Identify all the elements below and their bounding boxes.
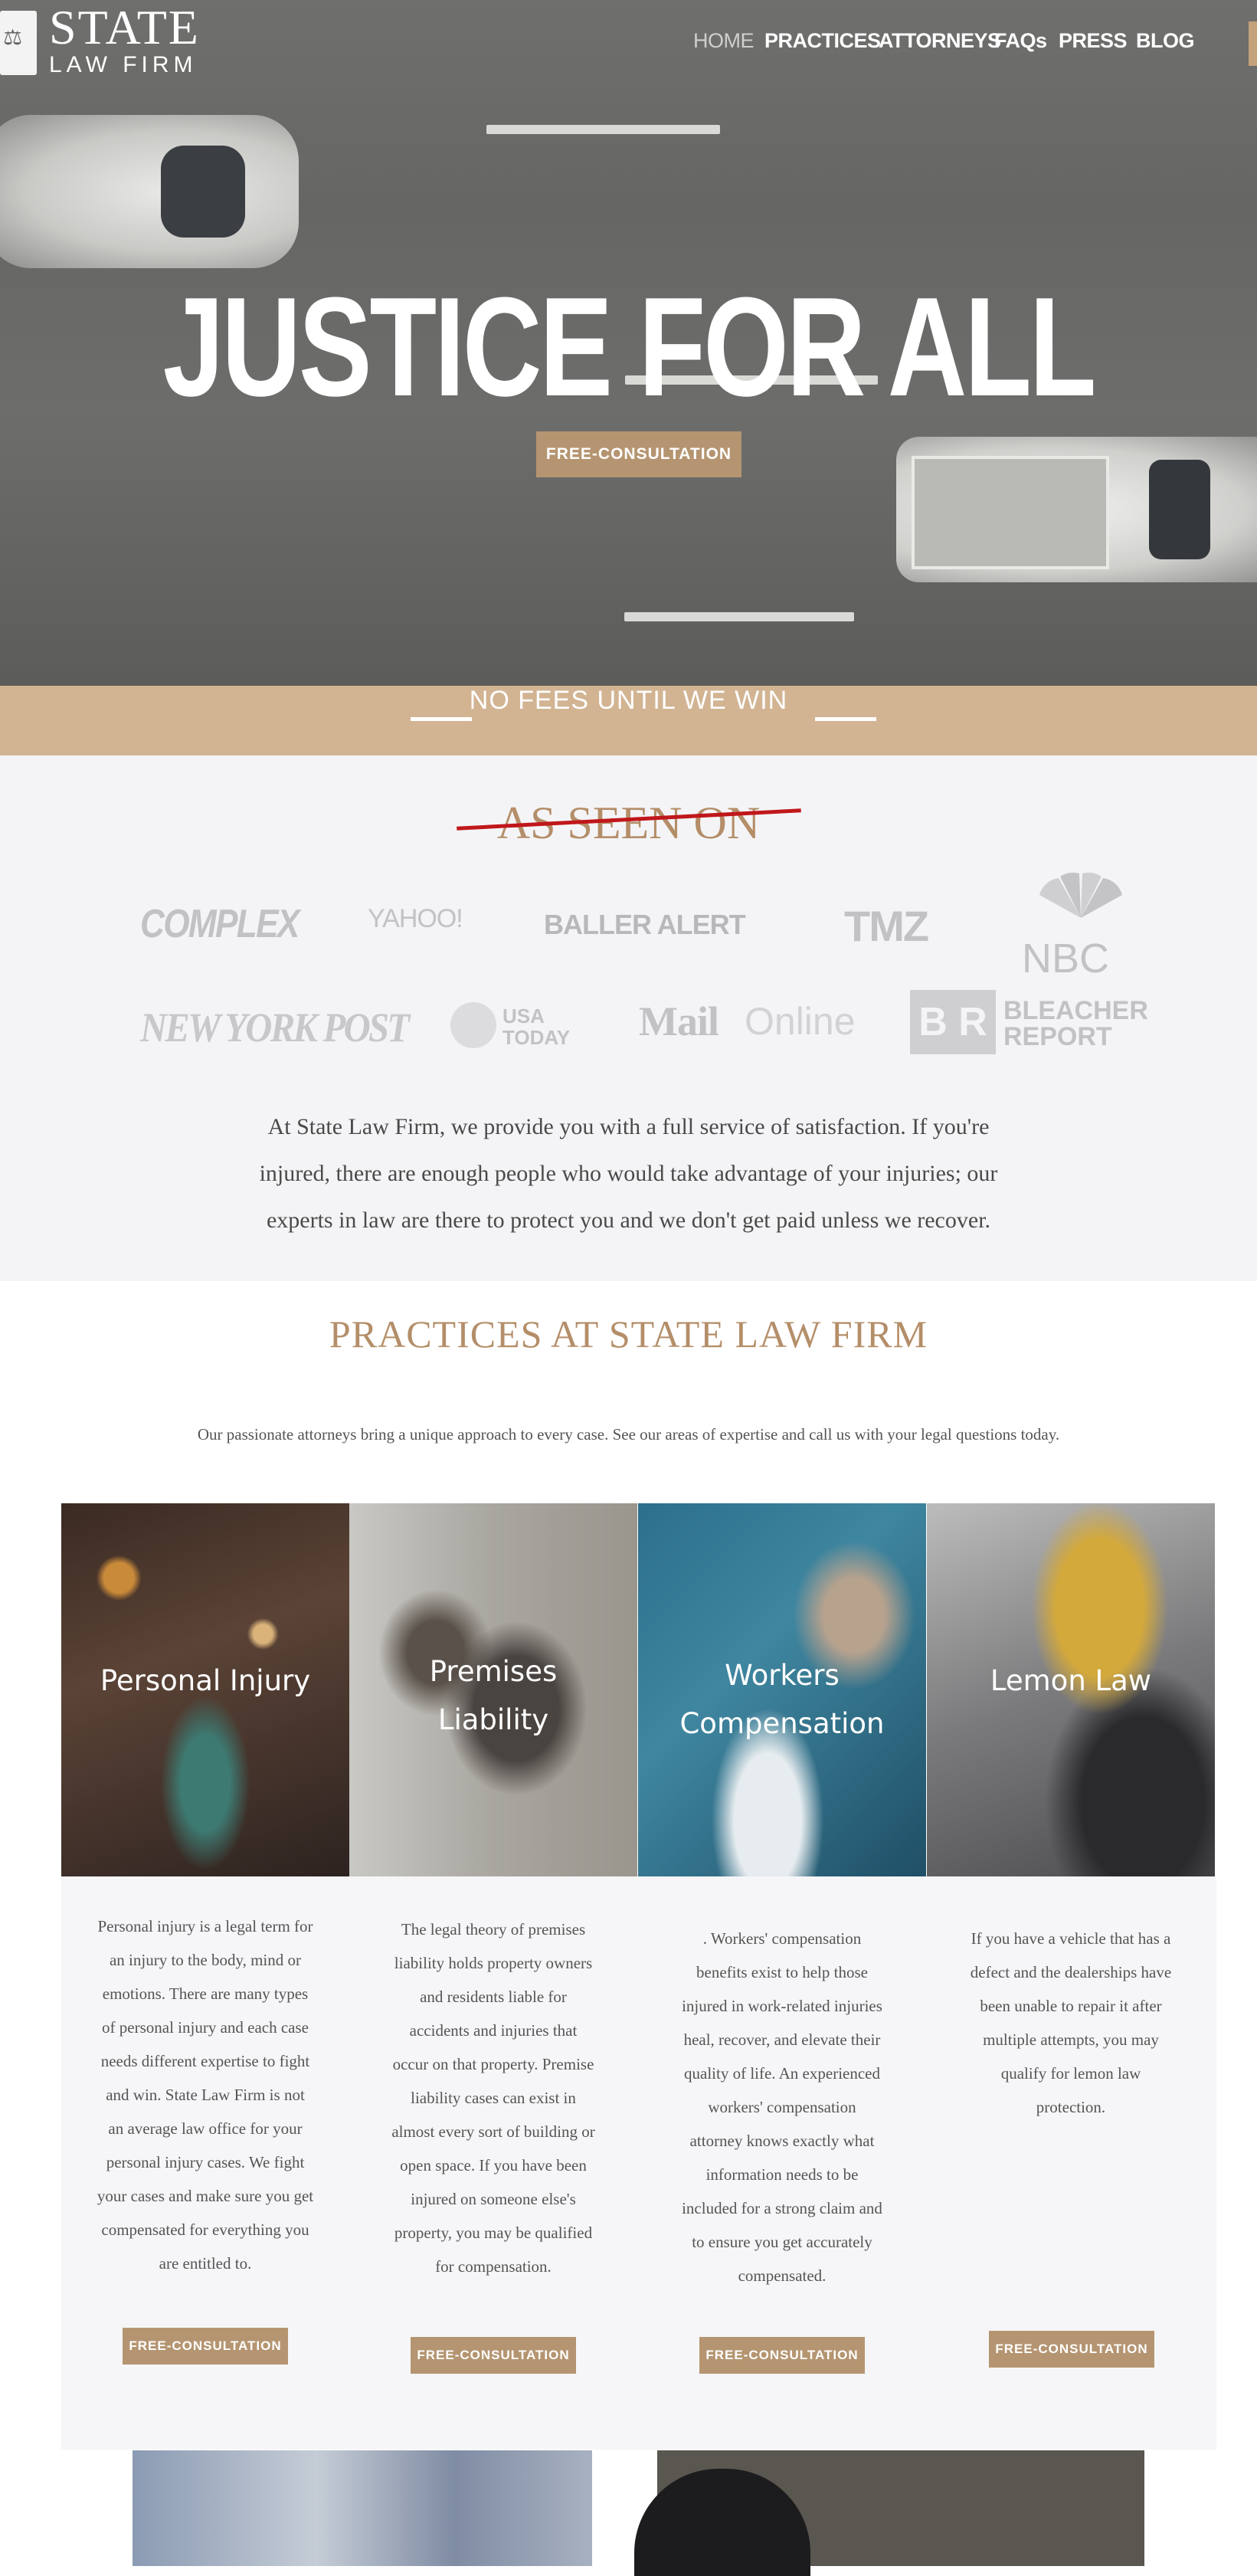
logo-usa-today: USA TODAY [502,1005,571,1049]
nav-press[interactable]: PRESS [1059,29,1128,60]
practices-subtitle: Our passionate attorneys bring a unique … [197,1425,1060,1444]
practices-title: PRACTICES AT STATE LAW FIRM [329,1313,928,1355]
logo-baller-alert: BALLER ALERT [544,909,746,940]
card-title[interactable]: Personal Injury [61,1657,349,1705]
logo-title[interactable]: STATE [49,3,200,52]
band-divider [815,717,876,721]
logo-mail: Mail [639,998,719,1044]
no-fees-band: NO FEES UNTIL WE WIN [0,686,1257,755]
practice-card-personal-injury[interactable]: Personal Injury [61,1503,349,1876]
card-consultation-button[interactable]: FREE-CONSULTATION [411,2337,576,2374]
band-divider [411,717,472,721]
practice-card-workers-compensation[interactable]: Workers Compensation [638,1503,926,1876]
hero-consultation-button[interactable]: FREE-CONSULTATION [536,431,741,477]
nav-home[interactable]: HOME [693,29,755,60]
card-title[interactable]: Premises Liability [349,1647,637,1744]
practice-card-premises-liability[interactable]: Premises Liability [349,1503,637,1876]
card-consultation-button[interactable]: FREE-CONSULTATION [989,2331,1154,2368]
hero-title: JUSTICE FOR ALL [162,267,1097,425]
road-marking [624,612,854,621]
intro-line: At State Law Firm, we provide you with a… [267,1114,990,1139]
logo-online: Online [745,1000,856,1043]
logo-subtitle[interactable]: LAW FIRM [49,54,198,77]
card-description: Personal injury is a legal term for an in… [97,1917,314,2273]
card-title[interactable]: Lemon Law [927,1657,1215,1705]
truck-image [896,437,1257,582]
logo-complex: COMPLEX [140,902,300,946]
card-description: If you have a vehicle that has a defect a… [970,1929,1172,2116]
as-seen-on-title: AS SEEN ON [496,798,761,848]
scales-of-justice-icon: ⚖ [3,25,23,50]
peacock-icon [1036,872,1126,918]
card-consultation-button[interactable]: FREE-CONSULTATION [699,2337,865,2374]
logo-icon[interactable]: ⚖ [0,11,37,75]
logo-yahoo: YAHOO! [368,904,463,933]
attorney-photo [133,2450,592,2566]
logo-nbc: NBC [1022,936,1110,982]
road-marking [486,125,720,134]
logo-tmz: TMZ [844,902,929,950]
band-text: NO FEES UNTIL WE WIN [469,686,788,715]
car-image [0,115,299,268]
card-title[interactable]: Workers Compensation [638,1651,926,1748]
intro-paragraph: At State Law Firm, we provide you with a… [230,1103,1027,1244]
nav-faqs[interactable]: FAQs [994,29,1047,60]
nav-accent-bar[interactable] [1249,21,1257,66]
attorney-portrait [634,2469,810,2576]
intro-line: experts in law are there to protect you … [266,1208,991,1233]
nav-blog[interactable]: BLOG [1136,29,1195,60]
nav-attorneys[interactable]: ATTORNEYS [879,29,1001,60]
logo-new-york-post: NEW YORK POST [140,1005,410,1050]
card-description: The legal theory of premises liability ho… [391,1920,595,2276]
card-consultation-button[interactable]: FREE-CONSULTATION [123,2328,288,2365]
card-description: . Workers' compensation benefits exist to… [682,1929,882,2285]
attorney-photo [634,2450,1144,2576]
practice-card-lemon-law[interactable]: Lemon Law [927,1503,1215,1876]
usa-today-circle-icon [450,1002,496,1048]
nav-practices[interactable]: PRACTICES [764,29,881,60]
intro-line: injured, there are enough people who wou… [259,1161,998,1186]
logo-br-box: B R [910,990,996,1054]
logo-report: REPORT [1003,1022,1112,1051]
